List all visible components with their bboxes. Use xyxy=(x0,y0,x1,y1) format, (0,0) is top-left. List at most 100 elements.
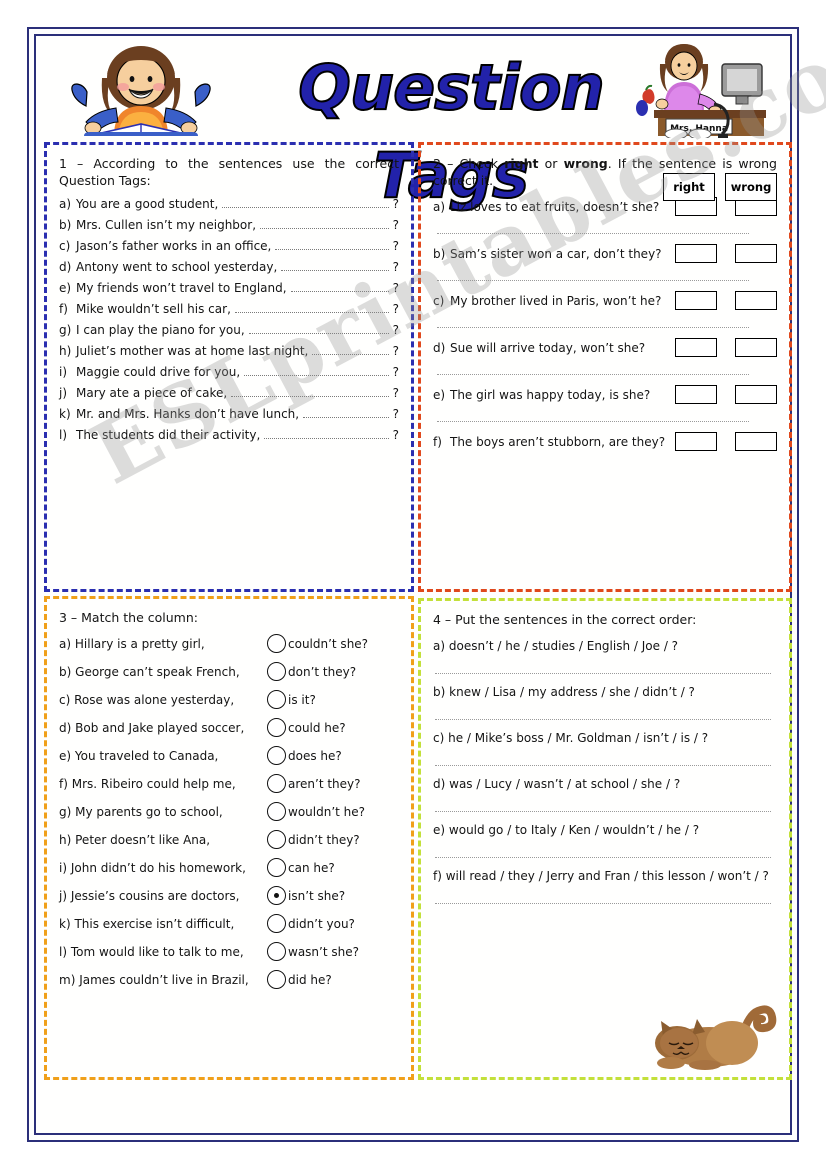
answer-blank[interactable] xyxy=(264,438,389,439)
match-circle-selected[interactable] xyxy=(267,886,286,905)
prompt-part: 2 – Check xyxy=(433,156,505,171)
answer-line[interactable] xyxy=(435,718,771,720)
wrong-checkbox[interactable] xyxy=(735,291,777,310)
item-text: knew / Lisa / my address / she / didn’t … xyxy=(449,685,695,699)
exercise-1-item[interactable]: j) Mary ate a piece of cake,? xyxy=(59,386,399,400)
item-text: Tom would like to talk to me, xyxy=(70,944,244,959)
item-text: Jason’s father works in an office, xyxy=(76,239,272,253)
match-circle[interactable] xyxy=(267,634,286,653)
match-circle[interactable] xyxy=(267,942,286,961)
exercise-1-item[interactable]: a) You are a good student,? xyxy=(59,197,399,211)
exercise-3-item: f) Mrs. Ribeiro could help me, aren’t the… xyxy=(59,774,399,793)
question-mark: ? xyxy=(392,407,399,421)
answer-line[interactable] xyxy=(435,856,771,858)
exercise-2-section: 2 – Check right or wrong. If the sentenc… xyxy=(418,142,792,592)
item-text: Mr. and Mrs. Hanks don’t have lunch, xyxy=(76,407,300,421)
wrong-checkbox[interactable] xyxy=(735,385,777,404)
item-statement: i) John didn’t do his homework, xyxy=(59,861,267,875)
prompt-bold-right: right xyxy=(504,156,539,171)
item-label: f) xyxy=(59,302,68,316)
exercise-4-item: a) doesn’t / he / studies / English / Jo… xyxy=(433,638,777,655)
match-circle[interactable] xyxy=(267,830,286,849)
exercise-1-item[interactable]: k) Mr. and Mrs. Hanks don’t have lunch,? xyxy=(59,407,399,421)
answer-blank[interactable] xyxy=(303,417,389,418)
correction-line[interactable] xyxy=(437,326,749,328)
answer-blank[interactable] xyxy=(281,270,389,271)
item-text: Sue will arrive today, won’t she? xyxy=(450,340,646,355)
answer-blank[interactable] xyxy=(222,207,389,208)
match-circle[interactable] xyxy=(267,690,286,709)
exercise-2-item: b) Sam’s sister won a car, don’t they? xyxy=(433,244,777,263)
right-checkbox[interactable] xyxy=(675,338,717,357)
exercise-3-item: h) Peter doesn’t like Ana, didn’t they? xyxy=(59,830,399,849)
item-label: l) xyxy=(59,428,68,442)
answer-blank[interactable] xyxy=(290,291,389,292)
item-statement: e) You traveled to Canada, xyxy=(59,749,267,763)
correction-line[interactable] xyxy=(437,420,749,422)
exercise-1-item[interactable]: f) Mike wouldn’t sell his car,? xyxy=(59,302,399,316)
item-tag: did he? xyxy=(288,972,332,987)
right-wrong-header: right wrong xyxy=(663,173,777,201)
item-text: Mike wouldn’t sell his car, xyxy=(76,302,231,316)
answer-line[interactable] xyxy=(435,672,771,674)
exercise-1-item[interactable]: l) The students did their activity,? xyxy=(59,428,399,442)
answer-blank[interactable] xyxy=(248,333,389,334)
correction-line[interactable] xyxy=(437,279,749,281)
correction-line[interactable] xyxy=(437,232,749,234)
correction-line[interactable] xyxy=(437,373,749,375)
exercise-1-prompt: 1 – According to the sentences use the c… xyxy=(59,156,399,188)
item-label: j) xyxy=(59,888,68,903)
answer-blank[interactable] xyxy=(234,312,389,313)
wrong-checkbox[interactable] xyxy=(735,432,777,451)
exercise-2-item: e) The girl was happy today, is she? xyxy=(433,385,777,404)
answer-blank[interactable] xyxy=(231,396,389,397)
right-checkbox[interactable] xyxy=(675,244,717,263)
question-mark: ? xyxy=(392,281,399,295)
match-circle[interactable] xyxy=(267,746,286,765)
answer-line[interactable] xyxy=(435,764,771,766)
item-text: Mrs. Cullen isn’t my neighbor, xyxy=(76,218,257,232)
match-circle[interactable] xyxy=(267,970,286,989)
question-mark: ? xyxy=(392,386,399,400)
exercise-1-item[interactable]: c) Jason’s father works in an office,? xyxy=(59,239,399,253)
item-label: a) xyxy=(59,636,72,651)
item-tag: is it? xyxy=(288,692,316,707)
answer-line[interactable] xyxy=(435,902,771,904)
answer-line[interactable] xyxy=(435,810,771,812)
exercise-4-prompt: 4 – Put the sentences in the correct ord… xyxy=(433,612,697,627)
match-circle[interactable] xyxy=(267,802,286,821)
match-circle[interactable] xyxy=(267,662,286,681)
item-label: e) xyxy=(59,281,72,295)
right-checkbox[interactable] xyxy=(675,291,717,310)
item-text: The students did their activity, xyxy=(76,428,261,442)
exercise-1-item[interactable]: e) My friends won’t travel to England,? xyxy=(59,281,399,295)
match-circle[interactable] xyxy=(267,718,286,737)
item-text: Rose was alone yesterday, xyxy=(74,692,235,707)
item-text: Bob and Jake played soccer, xyxy=(75,720,245,735)
item-label: g) xyxy=(59,323,72,337)
match-circle[interactable] xyxy=(267,774,286,793)
item-text: Maggie could drive for you, xyxy=(76,365,241,379)
exercise-3-item: i) John didn’t do his homework, can he? xyxy=(59,858,399,877)
wrong-checkbox[interactable] xyxy=(735,244,777,263)
match-circle[interactable] xyxy=(267,858,286,877)
exercise-4-item: c) he / Mike’s boss / Mr. Goldman / isn’… xyxy=(433,730,777,747)
answer-blank[interactable] xyxy=(260,228,389,229)
item-label: f) xyxy=(433,869,442,883)
match-circle[interactable] xyxy=(267,914,286,933)
prompt-bold-wrong: wrong xyxy=(563,156,608,171)
right-checkbox[interactable] xyxy=(675,385,717,404)
exercise-1-item[interactable]: b) Mrs. Cullen isn’t my neighbor,? xyxy=(59,218,399,232)
exercise-1-item[interactable]: i) Maggie could drive for you,? xyxy=(59,365,399,379)
exercise-1-item[interactable]: d) Antony went to school yesterday,? xyxy=(59,260,399,274)
answer-blank[interactable] xyxy=(275,249,389,250)
question-mark: ? xyxy=(392,260,399,274)
wrong-checkbox[interactable] xyxy=(735,338,777,357)
question-mark: ? xyxy=(392,197,399,211)
exercise-1-item[interactable]: h) Juliet’s mother was at home last night… xyxy=(59,344,399,358)
right-checkbox[interactable] xyxy=(675,432,717,451)
item-label: e) xyxy=(433,823,446,837)
exercise-1-item[interactable]: g) I can play the piano for you,? xyxy=(59,323,399,337)
answer-blank[interactable] xyxy=(312,354,389,355)
answer-blank[interactable] xyxy=(244,375,389,376)
